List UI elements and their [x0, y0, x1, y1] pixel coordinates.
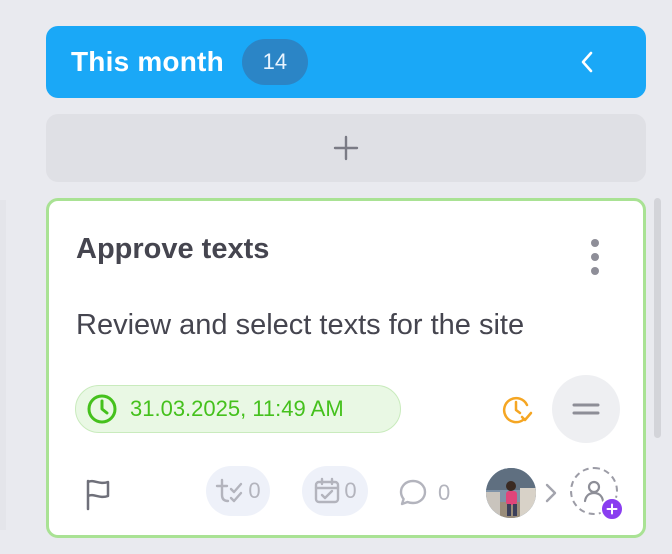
comment-icon	[399, 479, 427, 506]
dot-icon	[591, 253, 599, 261]
flag-icon[interactable]	[83, 477, 113, 511]
task-title[interactable]: Approve texts	[76, 233, 269, 266]
clock-check-icon[interactable]	[500, 393, 534, 427]
comments-count: 0	[438, 480, 451, 505]
plus-icon	[333, 135, 359, 161]
chevron-right-icon	[545, 483, 557, 503]
chevron-left-icon	[581, 51, 593, 73]
task-count-badge: 14	[241, 39, 308, 85]
dates-counter[interactable]: 0	[302, 466, 368, 516]
assignee-photo	[486, 468, 536, 518]
task-card[interactable]: Approve texts Review and select texts fo…	[46, 198, 646, 538]
more-options-button[interactable]	[585, 237, 605, 277]
clock-icon	[87, 394, 117, 424]
task-description: Review and select texts for the site	[76, 309, 525, 341]
adjacent-column-edge	[0, 200, 6, 530]
subtasks-counter[interactable]: 0	[206, 466, 270, 516]
collapse-column-button[interactable]	[572, 46, 602, 78]
avatar[interactable]	[486, 468, 536, 518]
priority-button[interactable]	[552, 375, 620, 443]
add-assignee-button[interactable]	[570, 467, 624, 521]
dot-icon	[591, 267, 599, 275]
due-date-pill[interactable]: 31.03.2025, 11:49 AM	[75, 385, 401, 433]
column-title: This month	[71, 46, 224, 77]
dot-icon	[591, 239, 599, 247]
due-date-text: 31.03.2025, 11:49 AM	[130, 396, 344, 421]
equals-icon	[572, 403, 600, 415]
checklist-icon	[216, 478, 243, 503]
subtasks-count: 0	[248, 478, 261, 503]
column-header: This month 14	[46, 26, 646, 98]
plus-badge-icon	[600, 497, 624, 521]
calendar-check-icon	[315, 477, 340, 504]
comments-counter[interactable]: 0	[398, 476, 450, 510]
add-task-button[interactable]	[46, 114, 646, 182]
scrollbar[interactable]	[654, 198, 661, 438]
dates-count: 0	[344, 478, 357, 503]
